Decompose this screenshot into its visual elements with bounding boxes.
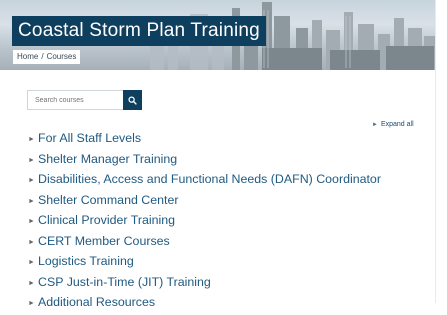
category-label: Shelter Manager Training (38, 151, 178, 166)
breadcrumb-home-link[interactable]: Home (17, 52, 38, 61)
category-item[interactable]: ► Logistics Training (28, 251, 381, 272)
expand-all-link[interactable]: ► Expand all (372, 121, 414, 128)
breadcrumb: Home / Courses (13, 50, 81, 64)
course-category-list: ► For All Staff Levels ► Shelter Manager T… (28, 128, 381, 313)
category-item[interactable]: ► CSP Just-in-Time (JIT) Training (28, 272, 381, 293)
search-button[interactable] (123, 90, 142, 110)
category-label: Clinical Provider Training (38, 213, 176, 227)
breadcrumb-separator: / (41, 52, 44, 61)
search-input[interactable] (27, 90, 123, 110)
category-label: CERT Member Courses (38, 233, 170, 248)
expand-triangle-icon: ► (28, 300, 35, 307)
category-label: Additional Resources (38, 295, 156, 309)
category-label: Logistics Training (38, 254, 134, 268)
expand-triangle-icon: ► (28, 218, 35, 225)
expand-triangle-icon: ► (28, 156, 35, 164)
category-item[interactable]: ► For All Staff Levels (28, 128, 381, 149)
category-item[interactable]: ► CERT Member Courses (28, 231, 381, 252)
expand-triangle-icon: ► (28, 136, 35, 143)
category-label: Disabilities, Access and Functional Need… (38, 172, 381, 186)
category-item[interactable]: ► Additional Resources (28, 292, 381, 313)
expand-triangle-icon: ► (28, 259, 35, 266)
category-item[interactable]: ► Shelter Command Center (28, 190, 381, 211)
expand-triangle-icon: ► (28, 197, 35, 205)
course-search (27, 90, 142, 110)
expand-triangle-icon: ► (28, 238, 35, 246)
site-title[interactable]: Coastal Storm Plan Training (12, 16, 266, 46)
category-item[interactable]: ► Shelter Manager Training (28, 149, 381, 170)
category-item[interactable]: ► Disabilities, Access and Functional Nee… (28, 169, 381, 190)
breadcrumb-courses-link[interactable]: Courses (47, 52, 77, 61)
header-banner: Coastal Storm Plan Training Home / Courses (0, 0, 447, 70)
expand-triangle-icon: ► (28, 177, 35, 184)
category-item[interactable]: ► Clinical Provider Training (28, 210, 381, 231)
expand-all-label: Expand all (380, 121, 414, 128)
page-edge-scrollbar[interactable] (435, 0, 447, 303)
category-label: CSP Just-in-Time (JIT) Training (38, 274, 211, 289)
category-label: Shelter Command Center (38, 192, 179, 207)
search-icon (128, 95, 137, 105)
category-label: For All Staff Levels (38, 131, 142, 145)
expand-triangle-icon: ► (28, 279, 35, 287)
